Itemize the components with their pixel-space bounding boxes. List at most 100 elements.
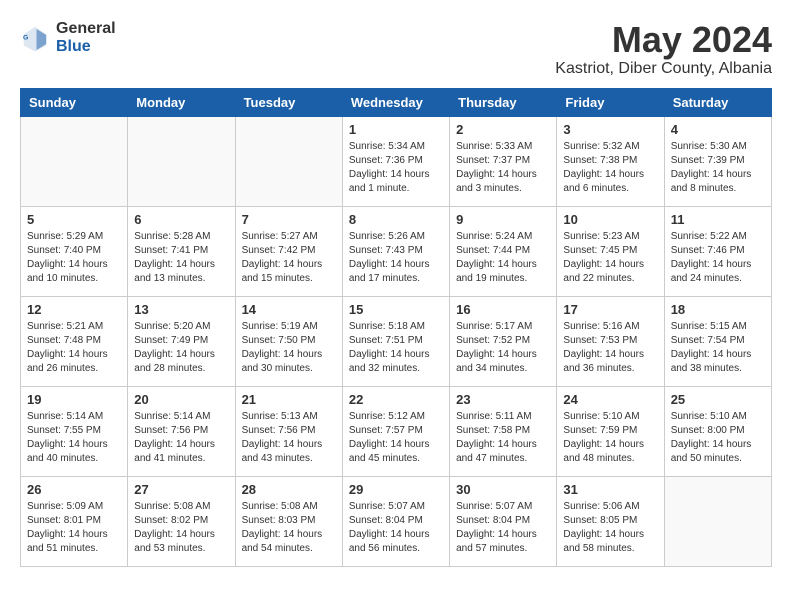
day-number: 31: [563, 482, 657, 497]
calendar-cell: 29 Sunrise: 5:07 AM Sunset: 8:04 PM Dayli…: [342, 476, 449, 566]
header-row: SundayMondayTuesdayWednesdayThursdayFrid…: [21, 88, 772, 116]
day-number: 25: [671, 392, 765, 407]
cell-info: Sunrise: 5:12 AM Sunset: 7:57 PM Dayligh…: [349, 410, 443, 466]
calendar-cell: [664, 476, 771, 566]
calendar-week-row: 12Sunrise: 5:21 AM Sunset: 7:48 PM Dayli…: [21, 296, 772, 386]
cell-info: Sunrise: 5:29 AM Sunset: 7:40 PM Dayligh…: [27, 230, 121, 286]
logo-text: General Blue: [56, 20, 116, 55]
column-header-thursday: Thursday: [450, 88, 557, 116]
day-number: 14: [242, 302, 336, 317]
calendar-cell: 21 Sunrise: 5:13 AM Sunset: 7:56 PM Dayli…: [235, 386, 342, 476]
cell-info: Sunrise: 5:14 AM Sunset: 7:55 PM Dayligh…: [27, 410, 121, 466]
logo-icon: G: [20, 23, 50, 53]
cell-info: Sunrise: 5:08 AM Sunset: 8:02 PM Dayligh…: [134, 500, 228, 556]
calendar-cell: 22 Sunrise: 5:12 AM Sunset: 7:57 PM Dayli…: [342, 386, 449, 476]
calendar-cell: 13Sunrise: 5:20 AM Sunset: 7:49 PM Dayli…: [128, 296, 235, 386]
calendar-week-row: 19Sunrise: 5:14 AM Sunset: 7:55 PM Dayli…: [21, 386, 772, 476]
calendar-cell: 6 Sunrise: 5:28 AM Sunset: 7:41 PM Daylig…: [128, 206, 235, 296]
day-number: 18: [671, 302, 765, 317]
calendar-cell: 31 Sunrise: 5:06 AM Sunset: 8:05 PM Dayli…: [557, 476, 664, 566]
day-number: 7: [242, 212, 336, 227]
day-number: 30: [456, 482, 550, 497]
cell-info: Sunrise: 5:07 AM Sunset: 8:04 PM Dayligh…: [349, 500, 443, 556]
cell-info: Sunrise: 5:10 AM Sunset: 8:00 PM Dayligh…: [671, 410, 765, 466]
day-number: 20: [134, 392, 228, 407]
cell-info: Sunrise: 5:10 AM Sunset: 7:59 PM Dayligh…: [563, 410, 657, 466]
cell-info: Sunrise: 5:33 AM Sunset: 7:37 PM Dayligh…: [456, 140, 550, 196]
calendar-cell: [128, 116, 235, 206]
calendar-cell: 14 Sunrise: 5:19 AM Sunset: 7:50 PM Dayli…: [235, 296, 342, 386]
calendar-week-row: 26 Sunrise: 5:09 AM Sunset: 8:01 PM Dayli…: [21, 476, 772, 566]
calendar-cell: 27 Sunrise: 5:08 AM Sunset: 8:02 PM Dayli…: [128, 476, 235, 566]
calendar-cell: 11 Sunrise: 5:22 AM Sunset: 7:46 PM Dayli…: [664, 206, 771, 296]
cell-info: Sunrise: 5:16 AM Sunset: 7:53 PM Dayligh…: [563, 320, 657, 376]
column-header-monday: Monday: [128, 88, 235, 116]
column-header-friday: Friday: [557, 88, 664, 116]
day-number: 28: [242, 482, 336, 497]
day-number: 24: [563, 392, 657, 407]
calendar-cell: [235, 116, 342, 206]
calendar-cell: 23Sunrise: 5:11 AM Sunset: 7:58 PM Dayli…: [450, 386, 557, 476]
day-number: 26: [27, 482, 121, 497]
cell-info: Sunrise: 5:08 AM Sunset: 8:03 PM Dayligh…: [242, 500, 336, 556]
column-header-tuesday: Tuesday: [235, 88, 342, 116]
calendar-cell: 19Sunrise: 5:14 AM Sunset: 7:55 PM Dayli…: [21, 386, 128, 476]
column-header-wednesday: Wednesday: [342, 88, 449, 116]
cell-info: Sunrise: 5:30 AM Sunset: 7:39 PM Dayligh…: [671, 140, 765, 196]
calendar-cell: 2 Sunrise: 5:33 AM Sunset: 7:37 PM Daylig…: [450, 116, 557, 206]
calendar-cell: 25 Sunrise: 5:10 AM Sunset: 8:00 PM Dayli…: [664, 386, 771, 476]
cell-info: Sunrise: 5:14 AM Sunset: 7:56 PM Dayligh…: [134, 410, 228, 466]
day-number: 22: [349, 392, 443, 407]
day-number: 29: [349, 482, 443, 497]
cell-info: Sunrise: 5:22 AM Sunset: 7:46 PM Dayligh…: [671, 230, 765, 286]
day-number: 4: [671, 122, 765, 137]
cell-info: Sunrise: 5:28 AM Sunset: 7:41 PM Dayligh…: [134, 230, 228, 286]
cell-info: Sunrise: 5:23 AM Sunset: 7:45 PM Dayligh…: [563, 230, 657, 286]
calendar-cell: 30 Sunrise: 5:07 AM Sunset: 8:04 PM Dayli…: [450, 476, 557, 566]
calendar-cell: 18Sunrise: 5:15 AM Sunset: 7:54 PM Dayli…: [664, 296, 771, 386]
svg-text:G: G: [23, 34, 28, 41]
calendar-cell: 9Sunrise: 5:24 AM Sunset: 7:44 PM Daylig…: [450, 206, 557, 296]
day-number: 11: [671, 212, 765, 227]
cell-info: Sunrise: 5:34 AM Sunset: 7:36 PM Dayligh…: [349, 140, 443, 196]
calendar-cell: 12Sunrise: 5:21 AM Sunset: 7:48 PM Dayli…: [21, 296, 128, 386]
cell-info: Sunrise: 5:32 AM Sunset: 7:38 PM Dayligh…: [563, 140, 657, 196]
calendar-cell: 20 Sunrise: 5:14 AM Sunset: 7:56 PM Dayli…: [128, 386, 235, 476]
calendar-cell: 16Sunrise: 5:17 AM Sunset: 7:52 PM Dayli…: [450, 296, 557, 386]
day-number: 10: [563, 212, 657, 227]
day-number: 17: [563, 302, 657, 317]
day-number: 6: [134, 212, 228, 227]
day-number: 21: [242, 392, 336, 407]
day-number: 23: [456, 392, 550, 407]
page-header: G General Blue May 2024 Kastriot, Diber …: [20, 20, 772, 78]
calendar-week-row: 1Sunrise: 5:34 AM Sunset: 7:36 PM Daylig…: [21, 116, 772, 206]
cell-info: Sunrise: 5:13 AM Sunset: 7:56 PM Dayligh…: [242, 410, 336, 466]
cell-info: Sunrise: 5:26 AM Sunset: 7:43 PM Dayligh…: [349, 230, 443, 286]
calendar-cell: 24 Sunrise: 5:10 AM Sunset: 7:59 PM Dayli…: [557, 386, 664, 476]
cell-info: Sunrise: 5:24 AM Sunset: 7:44 PM Dayligh…: [456, 230, 550, 286]
calendar-cell: 5 Sunrise: 5:29 AM Sunset: 7:40 PM Daylig…: [21, 206, 128, 296]
calendar-cell: 17 Sunrise: 5:16 AM Sunset: 7:53 PM Dayli…: [557, 296, 664, 386]
calendar-cell: 7Sunrise: 5:27 AM Sunset: 7:42 PM Daylig…: [235, 206, 342, 296]
calendar-week-row: 5 Sunrise: 5:29 AM Sunset: 7:40 PM Daylig…: [21, 206, 772, 296]
cell-info: Sunrise: 5:07 AM Sunset: 8:04 PM Dayligh…: [456, 500, 550, 556]
calendar-cell: 4 Sunrise: 5:30 AM Sunset: 7:39 PM Daylig…: [664, 116, 771, 206]
day-number: 5: [27, 212, 121, 227]
location-subtitle: Kastriot, Diber County, Albania: [555, 60, 772, 78]
column-header-saturday: Saturday: [664, 88, 771, 116]
calendar-cell: [21, 116, 128, 206]
calendar-cell: 26 Sunrise: 5:09 AM Sunset: 8:01 PM Dayli…: [21, 476, 128, 566]
day-number: 2: [456, 122, 550, 137]
day-number: 12: [27, 302, 121, 317]
calendar-cell: 1Sunrise: 5:34 AM Sunset: 7:36 PM Daylig…: [342, 116, 449, 206]
cell-info: Sunrise: 5:19 AM Sunset: 7:50 PM Dayligh…: [242, 320, 336, 376]
cell-info: Sunrise: 5:06 AM Sunset: 8:05 PM Dayligh…: [563, 500, 657, 556]
title-block: May 2024 Kastriot, Diber County, Albania: [555, 20, 772, 78]
month-year-title: May 2024: [555, 20, 772, 60]
day-number: 27: [134, 482, 228, 497]
calendar-cell: 3 Sunrise: 5:32 AM Sunset: 7:38 PM Daylig…: [557, 116, 664, 206]
cell-info: Sunrise: 5:18 AM Sunset: 7:51 PM Dayligh…: [349, 320, 443, 376]
day-number: 3: [563, 122, 657, 137]
cell-info: Sunrise: 5:09 AM Sunset: 8:01 PM Dayligh…: [27, 500, 121, 556]
logo-general: General: [56, 20, 116, 38]
